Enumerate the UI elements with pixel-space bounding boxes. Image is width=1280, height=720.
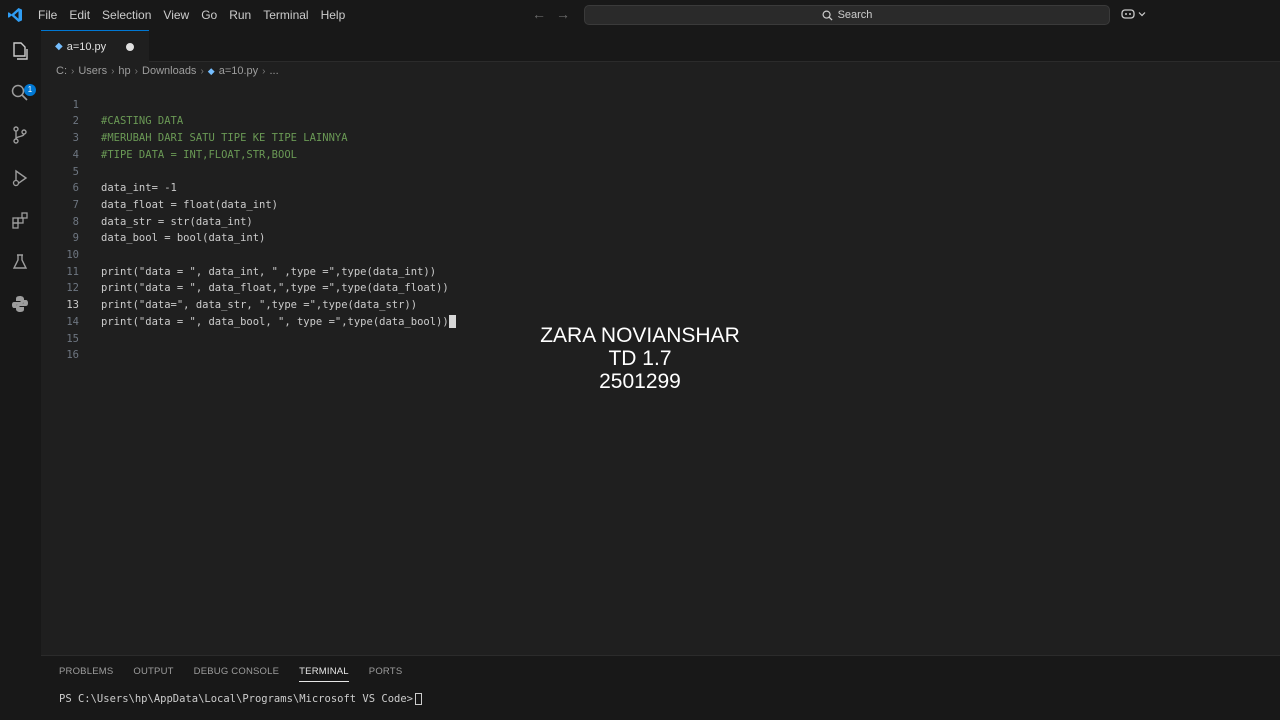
breadcrumb: C: › Users › hp › Downloads › ◆ a=10.py … [56, 64, 279, 78]
breadcrumb-item[interactable]: ... [270, 65, 279, 77]
code-line[interactable]: 8 data_bool = bool(data_int) [41, 197, 1280, 245]
command-center-search[interactable]: Search [584, 5, 1110, 25]
code-line[interactable]: 9 [41, 214, 1280, 244]
line-number: 16 [66, 349, 79, 362]
terminal-prompt[interactable]: PS C:\Users\hp\AppData\Local\Programs\Mi… [59, 693, 423, 705]
bottom-panel: PROBLEMS OUTPUT DEBUG CONSOLE TERMINAL P… [41, 655, 1280, 720]
code-line[interactable]: 1 #CASTING DATA [41, 80, 1280, 128]
menu-edit[interactable]: Edit [63, 0, 96, 30]
menu-help[interactable]: Help [315, 0, 352, 30]
panel-tabs: PROBLEMS OUTPUT DEBUG CONSOLE TERMINAL P… [59, 666, 402, 682]
unsaved-dot-icon[interactable] [126, 43, 134, 51]
menu-selection[interactable]: Selection [96, 0, 157, 30]
menu-terminal[interactable]: Terminal [257, 0, 314, 30]
title-bar: File Edit Selection View Go Run Terminal… [0, 0, 1280, 30]
terminal-cursor [415, 693, 423, 705]
chevron-right-icon: › [71, 65, 75, 77]
python-icon[interactable] [8, 292, 32, 316]
source-control-icon[interactable] [8, 123, 32, 147]
code-line[interactable]: 5 data_int= -1 [41, 147, 1280, 195]
breadcrumb-item[interactable]: C: [56, 65, 67, 77]
copilot-icon [1121, 9, 1135, 19]
breadcrumb-item[interactable]: a=10.py [219, 65, 258, 77]
python-file-icon: ◆ [207, 65, 215, 76]
breadcrumb-item[interactable]: hp [118, 65, 130, 77]
code-line[interactable]: 10 print("data = ", data_int, " ,type ="… [41, 230, 1280, 278]
menu-file[interactable]: File [32, 0, 63, 30]
activity-bar: 1 [0, 30, 41, 720]
tab-output[interactable]: OUTPUT [133, 666, 173, 682]
search-label: Search [837, 9, 873, 21]
tab-label: a=10.py [66, 40, 107, 53]
menu-view[interactable]: View [157, 0, 195, 30]
chevron-right-icon: › [200, 65, 204, 77]
editor-tab-bar: ◆ a=10.py [41, 30, 1280, 62]
caption-class: TD 1.7 [608, 347, 672, 370]
code-line[interactable]: 7 data_str = str(data_int) [41, 180, 1280, 228]
vscode-logo-icon[interactable] [0, 0, 30, 30]
code-line[interactable]: 3 #TIPE DATA = INT,FLOAT,STR,BOOL [41, 113, 1280, 161]
testing-flask-icon[interactable] [8, 250, 32, 274]
navigation-arrows: ← → [532, 6, 570, 22]
forward-arrow-icon[interactable]: → [556, 6, 570, 22]
menu-go[interactable]: Go [195, 0, 223, 30]
chevron-right-icon: › [134, 65, 139, 77]
run-debug-icon[interactable] [8, 166, 32, 190]
caption-name: ZARA NOVIANSHAR [540, 324, 740, 347]
tab-a10-py[interactable]: ◆ a=10.py [41, 30, 149, 62]
breadcrumb-item[interactable]: Downloads [142, 65, 196, 77]
chevron-right-icon: › [111, 65, 115, 77]
chevron-right-icon: › [262, 65, 266, 77]
search-sidebar-icon[interactable] [8, 81, 32, 105]
tab-terminal[interactable]: TERMINAL [299, 666, 349, 682]
caption-id: 2501299 [599, 370, 681, 393]
tab-debug-console[interactable]: DEBUG CONSOLE [194, 666, 279, 682]
code-line[interactable]: 2 #MERUBAH DARI SATU TIPE KE TIPE LAINNY… [41, 97, 1280, 144]
chevron-down-icon [1138, 12, 1146, 17]
extensions-icon[interactable] [8, 208, 32, 232]
video-caption-overlay: ZARA NOVIANSHAR TD 1.7 2501299 [440, 324, 840, 393]
python-file-icon: ◆ [55, 41, 63, 52]
code-line[interactable]: 11 print("data = ", data_float,",type ="… [41, 247, 1280, 295]
terminal-prompt-text: PS C:\Users\hp\AppData\Local\Programs\Mi… [59, 693, 414, 705]
explorer-icon[interactable] [8, 39, 32, 63]
tab-problems[interactable]: PROBLEMS [59, 666, 113, 682]
menu-bar: File Edit Selection View Go Run Terminal… [32, 0, 351, 30]
code-line[interactable]: 12 print("data=", data_str, ",type =",ty… [41, 264, 1280, 311]
copilot-menu[interactable] [1120, 7, 1146, 21]
code-line[interactable]: 14 [41, 297, 1280, 328]
code-line-active[interactable]: 13 print("data = ", data_bool, ", type =… [41, 280, 1280, 329]
tab-ports[interactable]: PORTS [369, 666, 403, 682]
menu-run[interactable]: Run [223, 0, 257, 30]
breadcrumb-item[interactable]: Users [78, 65, 107, 77]
back-arrow-icon[interactable]: ← [532, 6, 546, 22]
code-line[interactable]: 4 [41, 130, 1280, 161]
search-icon [822, 10, 833, 21]
code-line[interactable]: 6 data_float = float(data_int) [41, 164, 1280, 211]
